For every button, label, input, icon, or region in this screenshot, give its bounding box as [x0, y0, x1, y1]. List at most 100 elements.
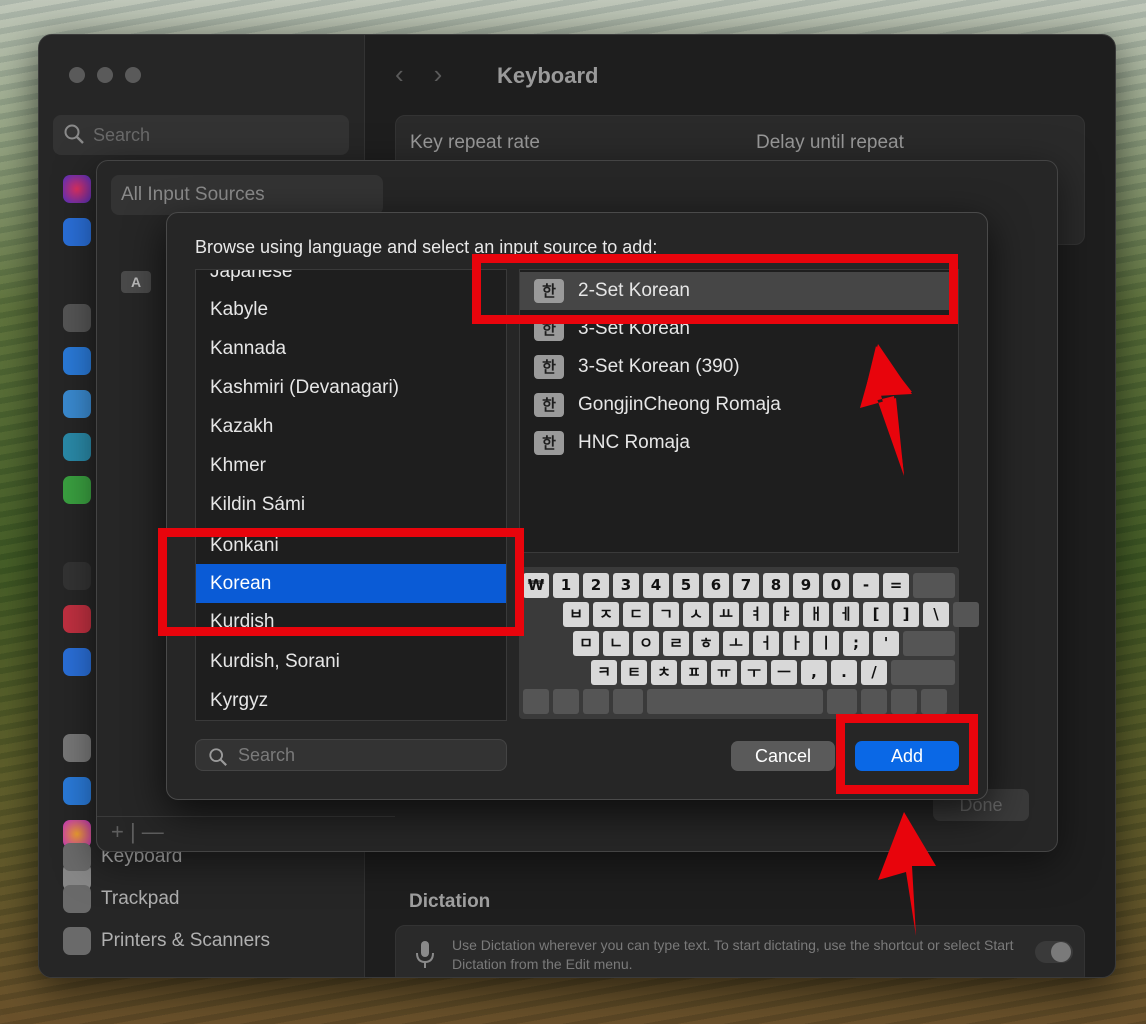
keyboard-key: ' [873, 631, 899, 656]
language-item[interactable]: Kashmiri (Devanagari) [196, 368, 506, 407]
keyboard-key [903, 631, 955, 656]
keyboard-key: ㅂ [563, 602, 589, 627]
keyboard-row: ㅂㅈㄷㄱㅅㅛㅕㅑㅐㅔ[] \ [523, 602, 979, 627]
dictation-panel: Use Dictation wherever you can type text… [395, 925, 1085, 977]
language-item[interactable]: Kurdish, Sorani [196, 642, 506, 681]
keyboard-key [891, 689, 917, 714]
keyboard-icon [63, 843, 91, 871]
keyboard-key: ㄹ [663, 631, 689, 656]
keyboard-key: ㅋ [591, 660, 617, 685]
dictation-toggle[interactable] [1035, 941, 1073, 963]
language-item[interactable]: Japanese [196, 270, 506, 291]
hangul-icon: 한 [534, 393, 564, 417]
keyboard-key [827, 689, 857, 714]
forward-arrow-icon[interactable]: › [434, 59, 473, 89]
keyboard-key: 1 [553, 573, 579, 598]
source-label: 3-Set Korean (390) [578, 356, 740, 377]
keyboard-key [921, 689, 947, 714]
keyboard-key: ㄱ [653, 602, 679, 627]
passwords-key-icon[interactable] [63, 734, 91, 762]
all-input-sources-item[interactable]: All Input Sources [111, 175, 383, 215]
displays-icon[interactable] [63, 347, 91, 375]
keyboard-key [891, 660, 955, 685]
touch-id-icon[interactable] [63, 605, 91, 633]
desktop-dock-icon[interactable] [63, 304, 91, 332]
sidebar-item-trackpad[interactable]: Trackpad [63, 885, 180, 913]
sidebar-search-input[interactable]: Search [53, 115, 349, 155]
language-list: Japanese Kabyle Kannada Kashmiri (Devana… [195, 269, 507, 721]
keyboard-key: ㅓ [753, 631, 779, 656]
input-source-badge: A [121, 271, 151, 293]
keyboard-key: ㅡ [771, 660, 797, 685]
keyboard-key: 7 [733, 573, 759, 598]
search-icon [63, 123, 85, 150]
keyboard-key: = [883, 573, 909, 598]
keyboard-key [523, 689, 549, 714]
keyboard-key: 0 [823, 573, 849, 598]
users-groups-icon[interactable] [63, 648, 91, 676]
keyboard-key: 5 [673, 573, 699, 598]
keyboard-key: ㅏ [783, 631, 809, 656]
spacebar-key [647, 689, 823, 714]
divider [97, 816, 395, 817]
keyboard-key: ㅣ [813, 631, 839, 656]
screensaver-icon[interactable] [63, 390, 91, 418]
keyboard-key [583, 689, 609, 714]
search-placeholder: Search [238, 745, 296, 765]
language-item[interactable]: Kyrgyz [196, 681, 506, 720]
dictation-description: Use Dictation wherever you can type text… [452, 937, 1014, 972]
lock-screen-icon[interactable] [63, 562, 91, 590]
keyboard-key: 2 [583, 573, 609, 598]
language-item[interactable]: Khmer [196, 446, 506, 485]
source-item[interactable]: 한 HNC Romaja [520, 424, 958, 462]
keyboard-key: ㅗ [723, 631, 749, 656]
source-item[interactable]: 한 3-Set Korean (390) [520, 348, 958, 386]
keyboard-key: ㄴ [603, 631, 629, 656]
keyboard-key: ㅎ [693, 631, 719, 656]
cancel-button[interactable]: Cancel [731, 741, 835, 771]
keyboard-key [553, 689, 579, 714]
wallpaper-icon[interactable] [63, 433, 91, 461]
keyboard-layout-preview: ₩1 2 3 4 5 6 7 8 9 0- = ㅂㅈㄷㄱㅅㅛㅕㅑㅐㅔ[] \ ㅁㄴㅇㄹㅎㅗㅓㅏㅣ; ' … [519, 567, 979, 719]
keyboard-key: ㅛ [713, 602, 739, 627]
add-remove-buttons[interactable]: + | — [111, 819, 164, 845]
keyboard-key: 9 [793, 573, 819, 598]
keyboard-key: . [831, 660, 857, 685]
keyboard-key: ㄷ [623, 602, 649, 627]
keyboard-key: 4 [643, 573, 669, 598]
highlight-box-korean [158, 528, 524, 636]
language-search-input[interactable]: Search [195, 739, 507, 771]
language-item[interactable]: Kildin Sámi [196, 485, 506, 524]
keyboard-key: \ [923, 602, 949, 627]
keyboard-key: ㅇ [633, 631, 659, 656]
keyboard-key: - [853, 573, 879, 598]
siri-icon[interactable] [63, 175, 91, 203]
language-item[interactable]: Kabyle [196, 290, 506, 329]
keyboard-key [861, 689, 887, 714]
close-window-button[interactable] [69, 67, 85, 83]
dictation-title: Dictation [409, 891, 491, 912]
keyboard-key: [ [863, 602, 889, 627]
microphone-icon [414, 940, 436, 975]
privacy-hand-icon[interactable] [63, 218, 91, 246]
sidebar-item-printers-scanners[interactable]: Printers & Scanners [63, 927, 270, 955]
minimize-window-button[interactable] [97, 67, 113, 83]
battery-icon[interactable] [63, 476, 91, 504]
keyboard-key: 3 [613, 573, 639, 598]
language-item[interactable]: Kazakh [196, 407, 506, 446]
highlight-box-add [836, 714, 978, 794]
zoom-window-button[interactable] [125, 67, 141, 83]
keyboard-key: ㅕ [743, 602, 769, 627]
keyboard-key: ㅜ [741, 660, 767, 685]
keyboard-key: ㅁ [573, 631, 599, 656]
language-item[interactable]: Kannada [196, 329, 506, 368]
source-label: HNC Romaja [578, 432, 690, 453]
printer-icon [63, 927, 91, 955]
internet-accounts-icon[interactable] [63, 777, 91, 805]
back-arrow-icon[interactable]: ‹ [395, 59, 434, 89]
sidebar-search-placeholder: Search [93, 124, 151, 145]
delay-until-repeat-label: Delay until repeat [756, 132, 904, 153]
source-item[interactable]: 한 GongjinCheong Romaja [520, 386, 958, 424]
